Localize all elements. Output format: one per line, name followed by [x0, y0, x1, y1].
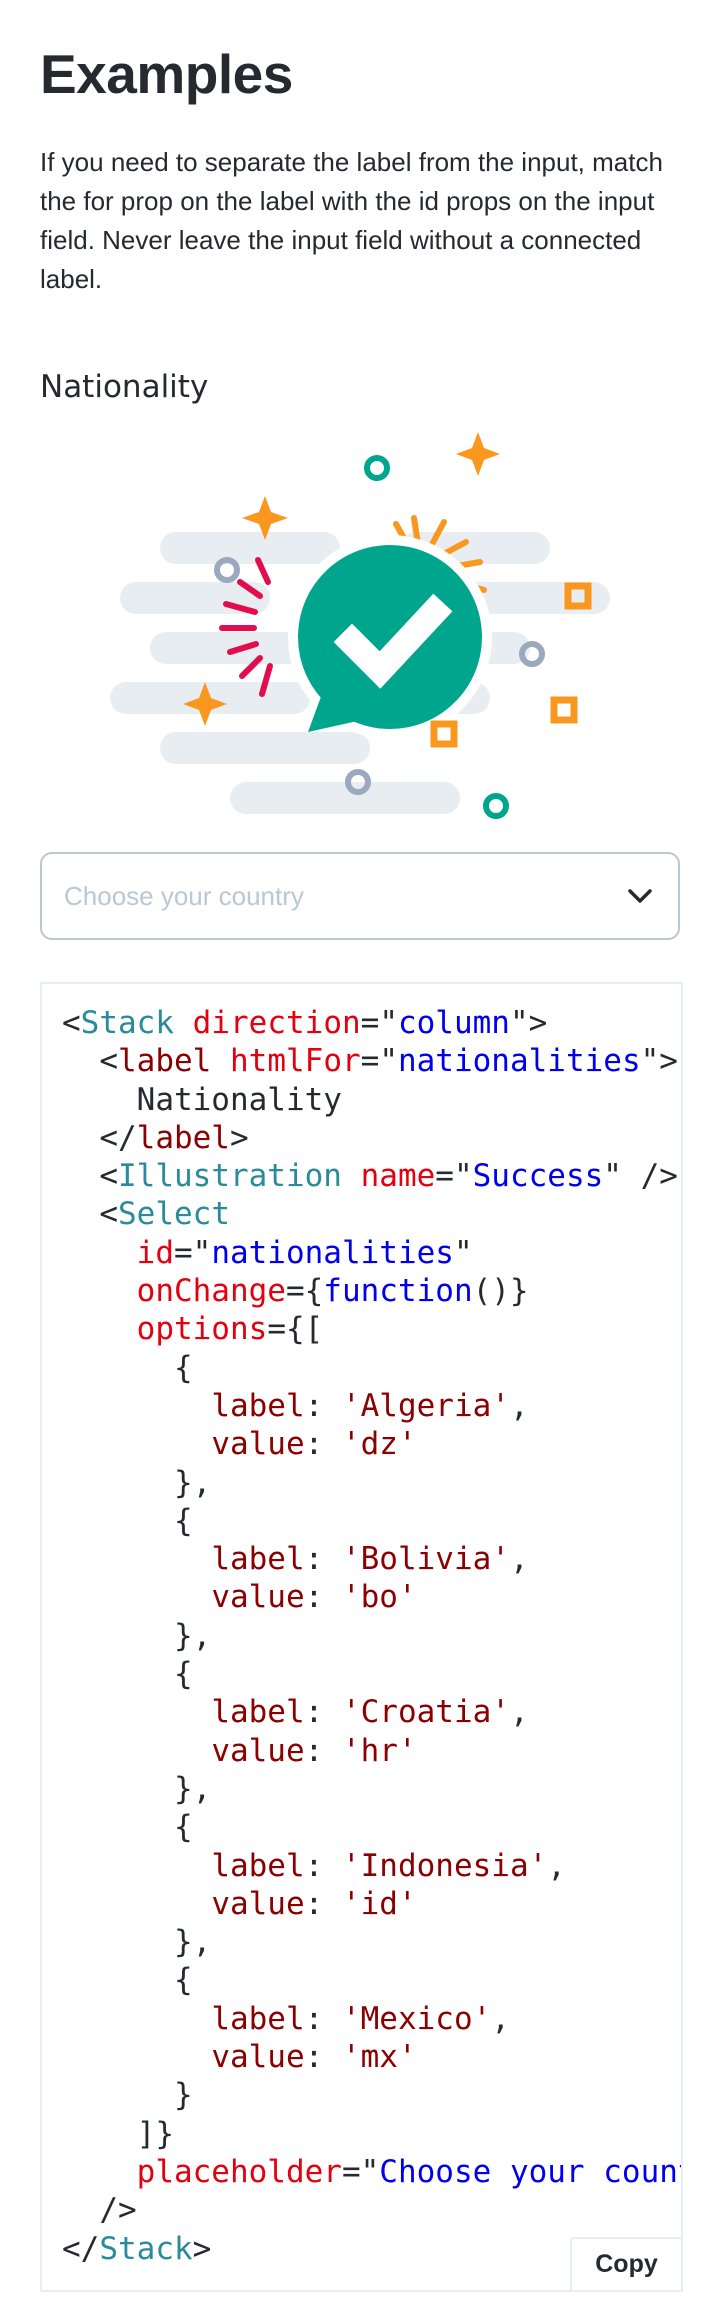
code-line: options={[	[136, 1311, 324, 1348]
code-line: value: 'mx'	[211, 2039, 417, 2076]
code-line: Nationality	[62, 1081, 342, 1118]
nationality-label: Nationality	[40, 369, 209, 405]
code-line: label: 'Mexico',	[211, 2000, 510, 2037]
code-line: value: 'hr'	[211, 1732, 417, 1769]
code-line: <Stack direction="column">	[62, 1005, 548, 1041]
success-illustration	[100, 432, 620, 824]
code-line: {	[62, 1656, 193, 1693]
code-line: label: 'Indonesia',	[211, 1847, 566, 1884]
code-line: <label htmlFor="nationalities">	[62, 1043, 678, 1080]
code-line: label: 'Croatia',	[211, 1694, 529, 1731]
code-line: ]}	[62, 2115, 174, 2152]
code-line: label: 'Algeria',	[211, 1387, 529, 1424]
code-line: {	[62, 1809, 193, 1846]
code-line: placeholder="Choose your country"	[136, 2153, 681, 2190]
code-line: {	[62, 1349, 193, 1386]
code-line: },	[62, 1464, 212, 1501]
code-block: <Stack direction="column"> <label htmlFo…	[40, 982, 683, 2292]
code-line: />	[62, 2192, 137, 2229]
code-line: value: 'bo'	[211, 1579, 417, 1616]
code-line: value: 'dz'	[211, 1426, 417, 1463]
code-line: },	[62, 1617, 212, 1654]
code-line: id="nationalities"	[136, 1234, 473, 1271]
code-line: <Select	[62, 1196, 230, 1233]
intro-paragraph: If you need to separate the label from t…	[40, 147, 663, 294]
page-heading: Examples	[40, 43, 293, 105]
code-line: }	[62, 2077, 193, 2114]
code-line: label: 'Bolivia',	[211, 1541, 529, 1578]
code-listing: <Stack direction="column"> <label htmlFo…	[62, 1004, 681, 2268]
copy-button[interactable]: Copy	[570, 2237, 681, 2290]
code-line: {	[62, 1962, 193, 1999]
select-placeholder: Choose your country	[64, 880, 304, 911]
code-line: </label>	[62, 1119, 249, 1156]
code-line: <Illustration name="Success" />	[62, 1158, 678, 1195]
code-line: onChange={function()}	[136, 1273, 529, 1310]
code-line: {	[62, 1502, 193, 1539]
code-line: },	[62, 1770, 212, 1807]
chevron-down-icon	[624, 880, 656, 912]
code-line: },	[62, 1924, 212, 1961]
country-select[interactable]: Choose your country	[40, 852, 680, 940]
code-line: value: 'id'	[211, 1885, 417, 1922]
